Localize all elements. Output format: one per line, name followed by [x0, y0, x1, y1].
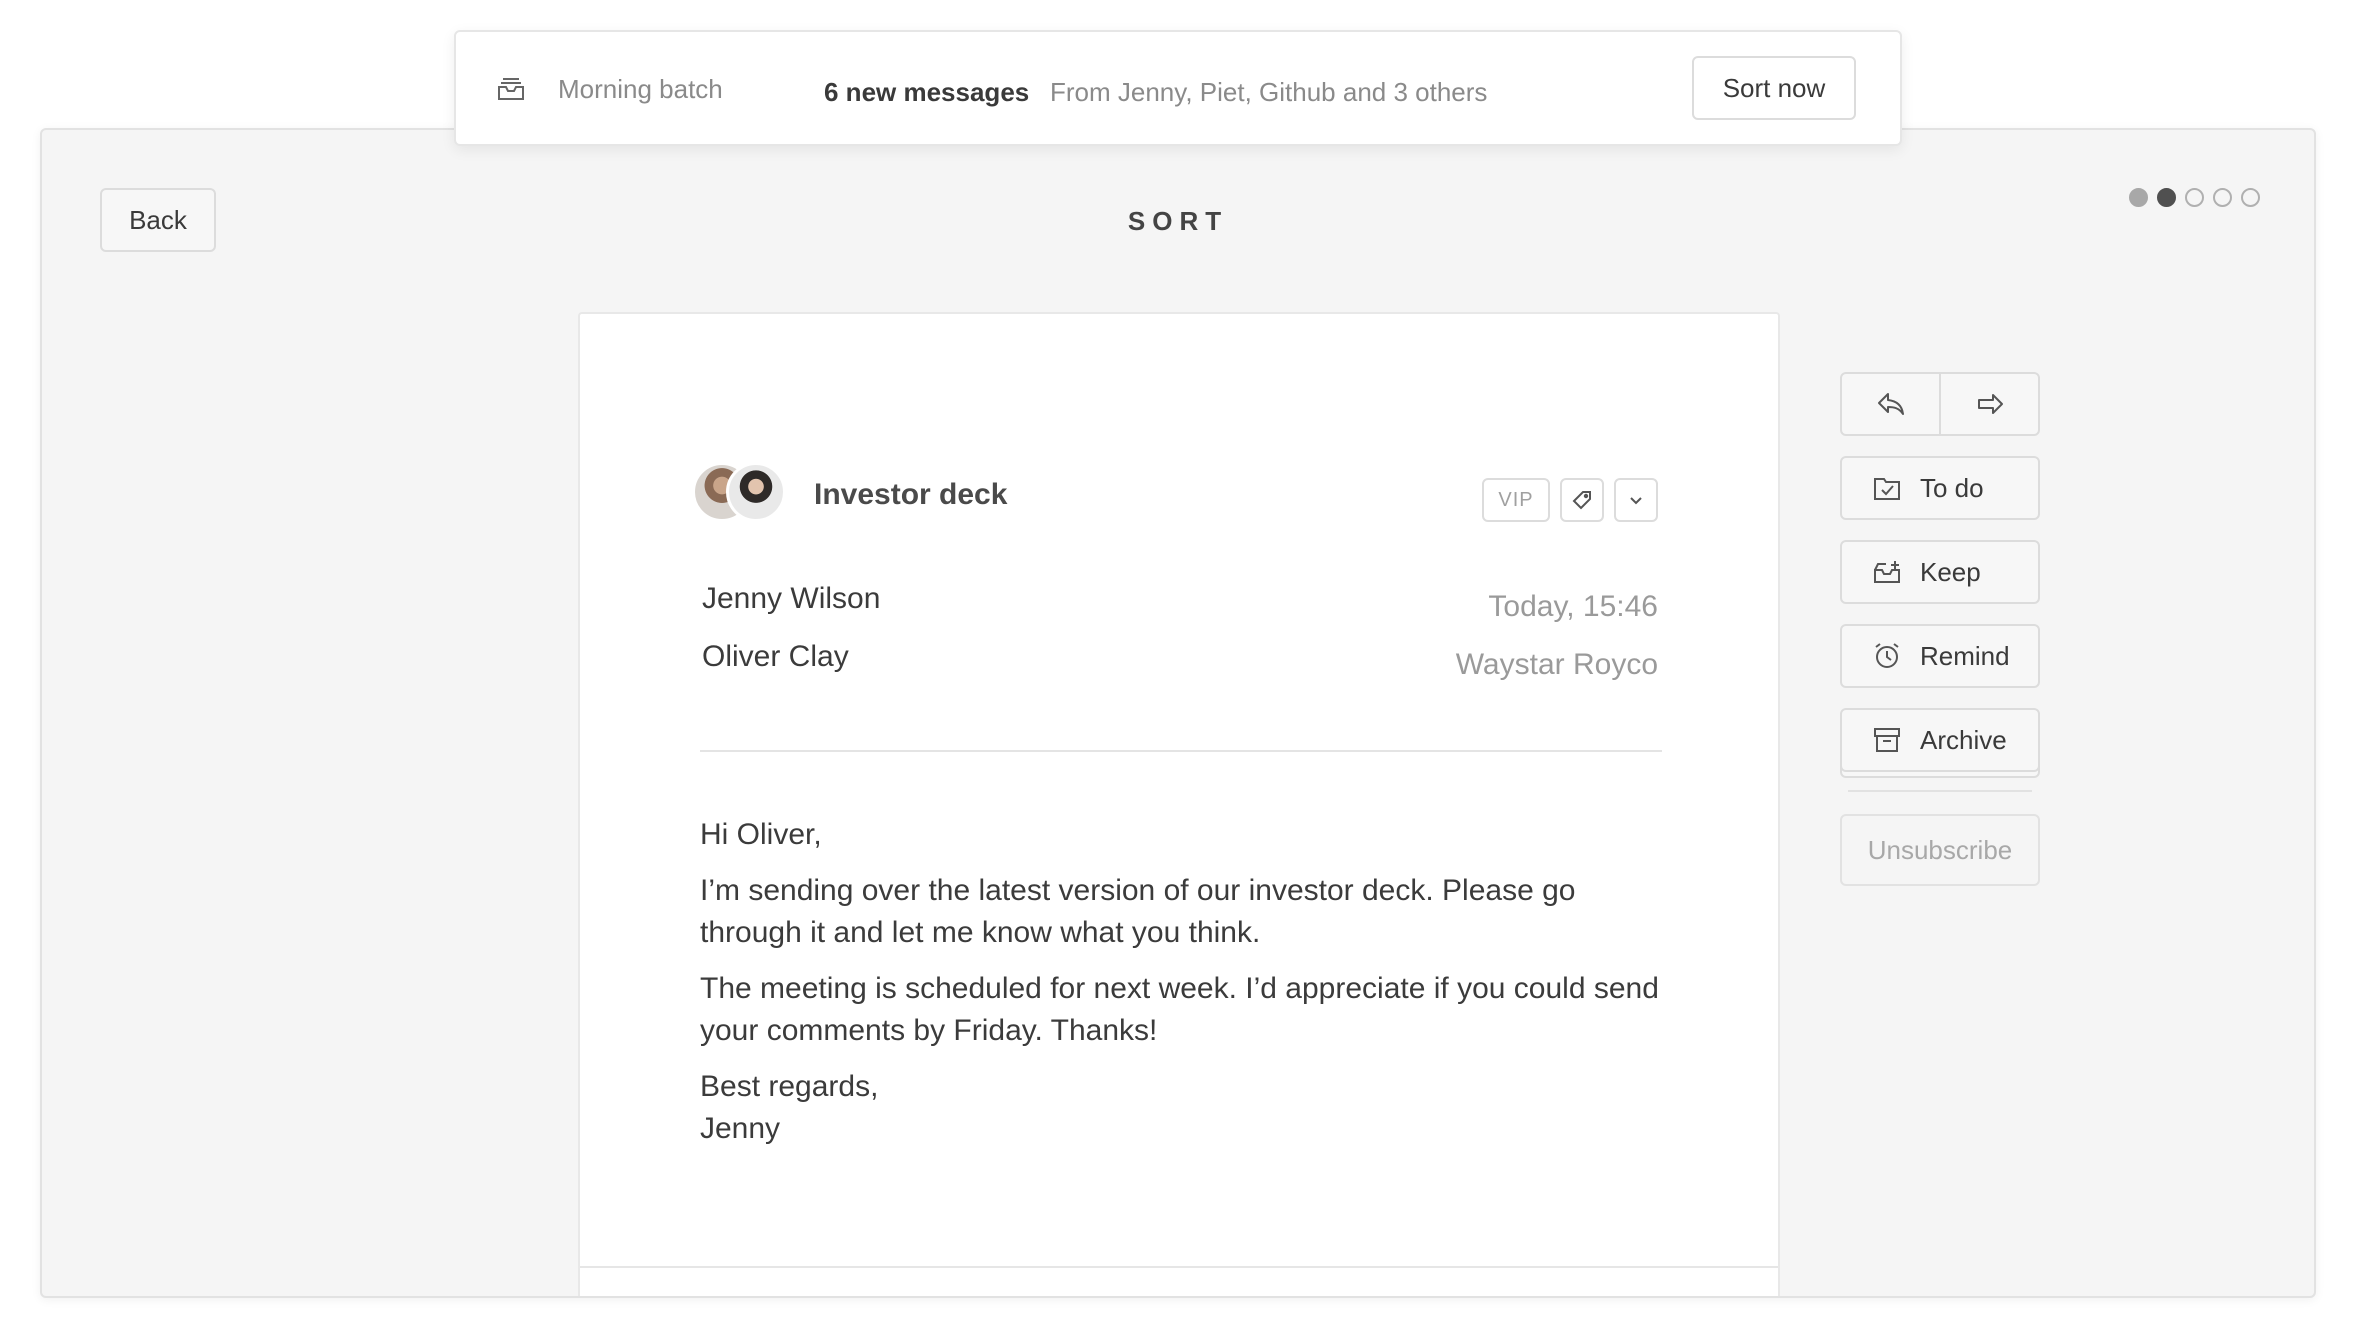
page-title: SORT: [1127, 206, 1229, 236]
actions-divider: [1848, 790, 2032, 792]
body-paragraph: I’m sending over the latest version of o…: [700, 874, 1576, 949]
folder-check-icon: [1874, 478, 1900, 500]
email-body: Hi Oliver, I’m sending over the latest v…: [700, 814, 1680, 1150]
expand-button[interactable]: [1614, 478, 1658, 522]
progress-dot: [2185, 188, 2204, 207]
progress-dot-current: [2157, 188, 2176, 207]
unsubscribe-button[interactable]: Unsubscribe: [1840, 814, 2040, 886]
progress-dot: [2129, 188, 2148, 207]
alarm-clock-icon: [1875, 643, 1899, 668]
recipient-name: Oliver Clay: [702, 640, 849, 673]
email-subject: Investor deck: [814, 478, 1008, 511]
sort-window: Back SORT Investor deck VIP Jenny Wilson…: [40, 128, 2316, 1298]
progress-dots: [2129, 188, 2260, 207]
progress-dot: [2213, 188, 2232, 207]
card-footer-divider: [580, 1266, 1778, 1268]
body-greeting: Hi Oliver,: [700, 818, 822, 851]
avatar: [726, 462, 786, 522]
inbox-stack-icon: [498, 78, 524, 100]
keep-button[interactable]: Keep: [1840, 540, 2040, 604]
sender-name: Jenny Wilson: [702, 582, 881, 615]
sort-now-button[interactable]: Sort now: [1692, 56, 1856, 120]
vip-badge[interactable]: VIP: [1482, 478, 1550, 522]
batch-notification: Morning batch 6 new messages From Jenny,…: [454, 30, 1902, 146]
archive-label: Archive: [1920, 724, 2007, 755]
tag-icon: [1572, 491, 1591, 510]
todo-label: To do: [1920, 472, 1984, 503]
inbox-plus-icon: [1874, 561, 1900, 583]
reply-forward-group: [1840, 372, 2040, 436]
todo-button[interactable]: To do: [1840, 456, 2040, 520]
sender-company: Waystar Royco: [1455, 648, 1658, 681]
keep-label: Keep: [1920, 556, 1981, 587]
chevron-down-icon: [1630, 497, 1642, 505]
participants-avatars: [692, 462, 788, 524]
reply-button[interactable]: [1842, 374, 1939, 434]
progress-dot: [2241, 188, 2260, 207]
archive-box-icon: [1874, 728, 1900, 752]
forward-button[interactable]: [1939, 374, 2038, 434]
body-closing: Best regards,: [700, 1070, 879, 1103]
remind-label: Remind: [1920, 640, 2010, 671]
reply-icon: [1877, 393, 1904, 415]
header-divider: [700, 750, 1662, 752]
email-timestamp: Today, 15:46: [1488, 590, 1658, 623]
forward-icon: [1977, 394, 2003, 414]
body-paragraph: The meeting is scheduled for next week. …: [700, 972, 1659, 1047]
tag-button[interactable]: [1560, 478, 1604, 522]
archive-button[interactable]: Archive: [1840, 708, 2040, 772]
batch-label: Morning batch: [558, 74, 723, 104]
new-messages-count: 6 new messages: [824, 77, 1030, 107]
body-signature: Jenny: [700, 1112, 781, 1145]
remind-button[interactable]: Remind: [1840, 624, 2040, 688]
senders-summary: From Jenny, Piet, Github and 3 others: [1050, 77, 1488, 107]
email-card: Investor deck VIP Jenny Wilson Oliver Cl…: [578, 312, 1780, 1296]
